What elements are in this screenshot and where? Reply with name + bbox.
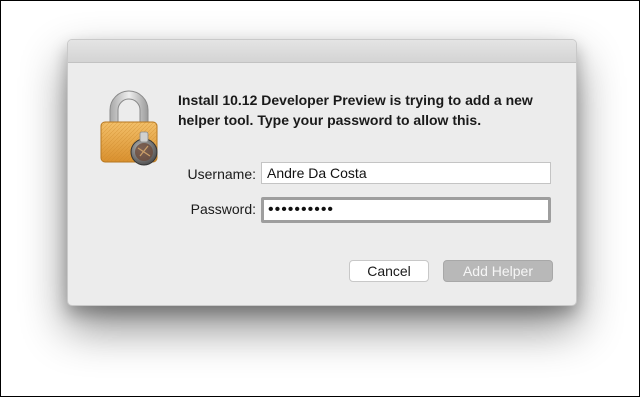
- dialog-message: Install 10.12 Developer Preview is tryin…: [178, 92, 533, 128]
- username-field[interactable]: Andre Da Costa: [261, 162, 551, 184]
- password-label: Password:: [190, 201, 256, 217]
- add-helper-button[interactable]: Add Helper: [443, 260, 553, 282]
- dialog-titlebar[interactable]: [68, 40, 576, 63]
- password-field[interactable]: ••••••••••: [261, 197, 551, 223]
- authorization-dialog: Install 10.12 Developer Preview is tryin…: [67, 39, 577, 306]
- screenshot-frame: Install 10.12 Developer Preview is tryin…: [0, 0, 640, 397]
- lock-icon: [96, 88, 162, 168]
- cancel-button[interactable]: Cancel: [349, 260, 429, 282]
- username-label: Username:: [187, 166, 256, 182]
